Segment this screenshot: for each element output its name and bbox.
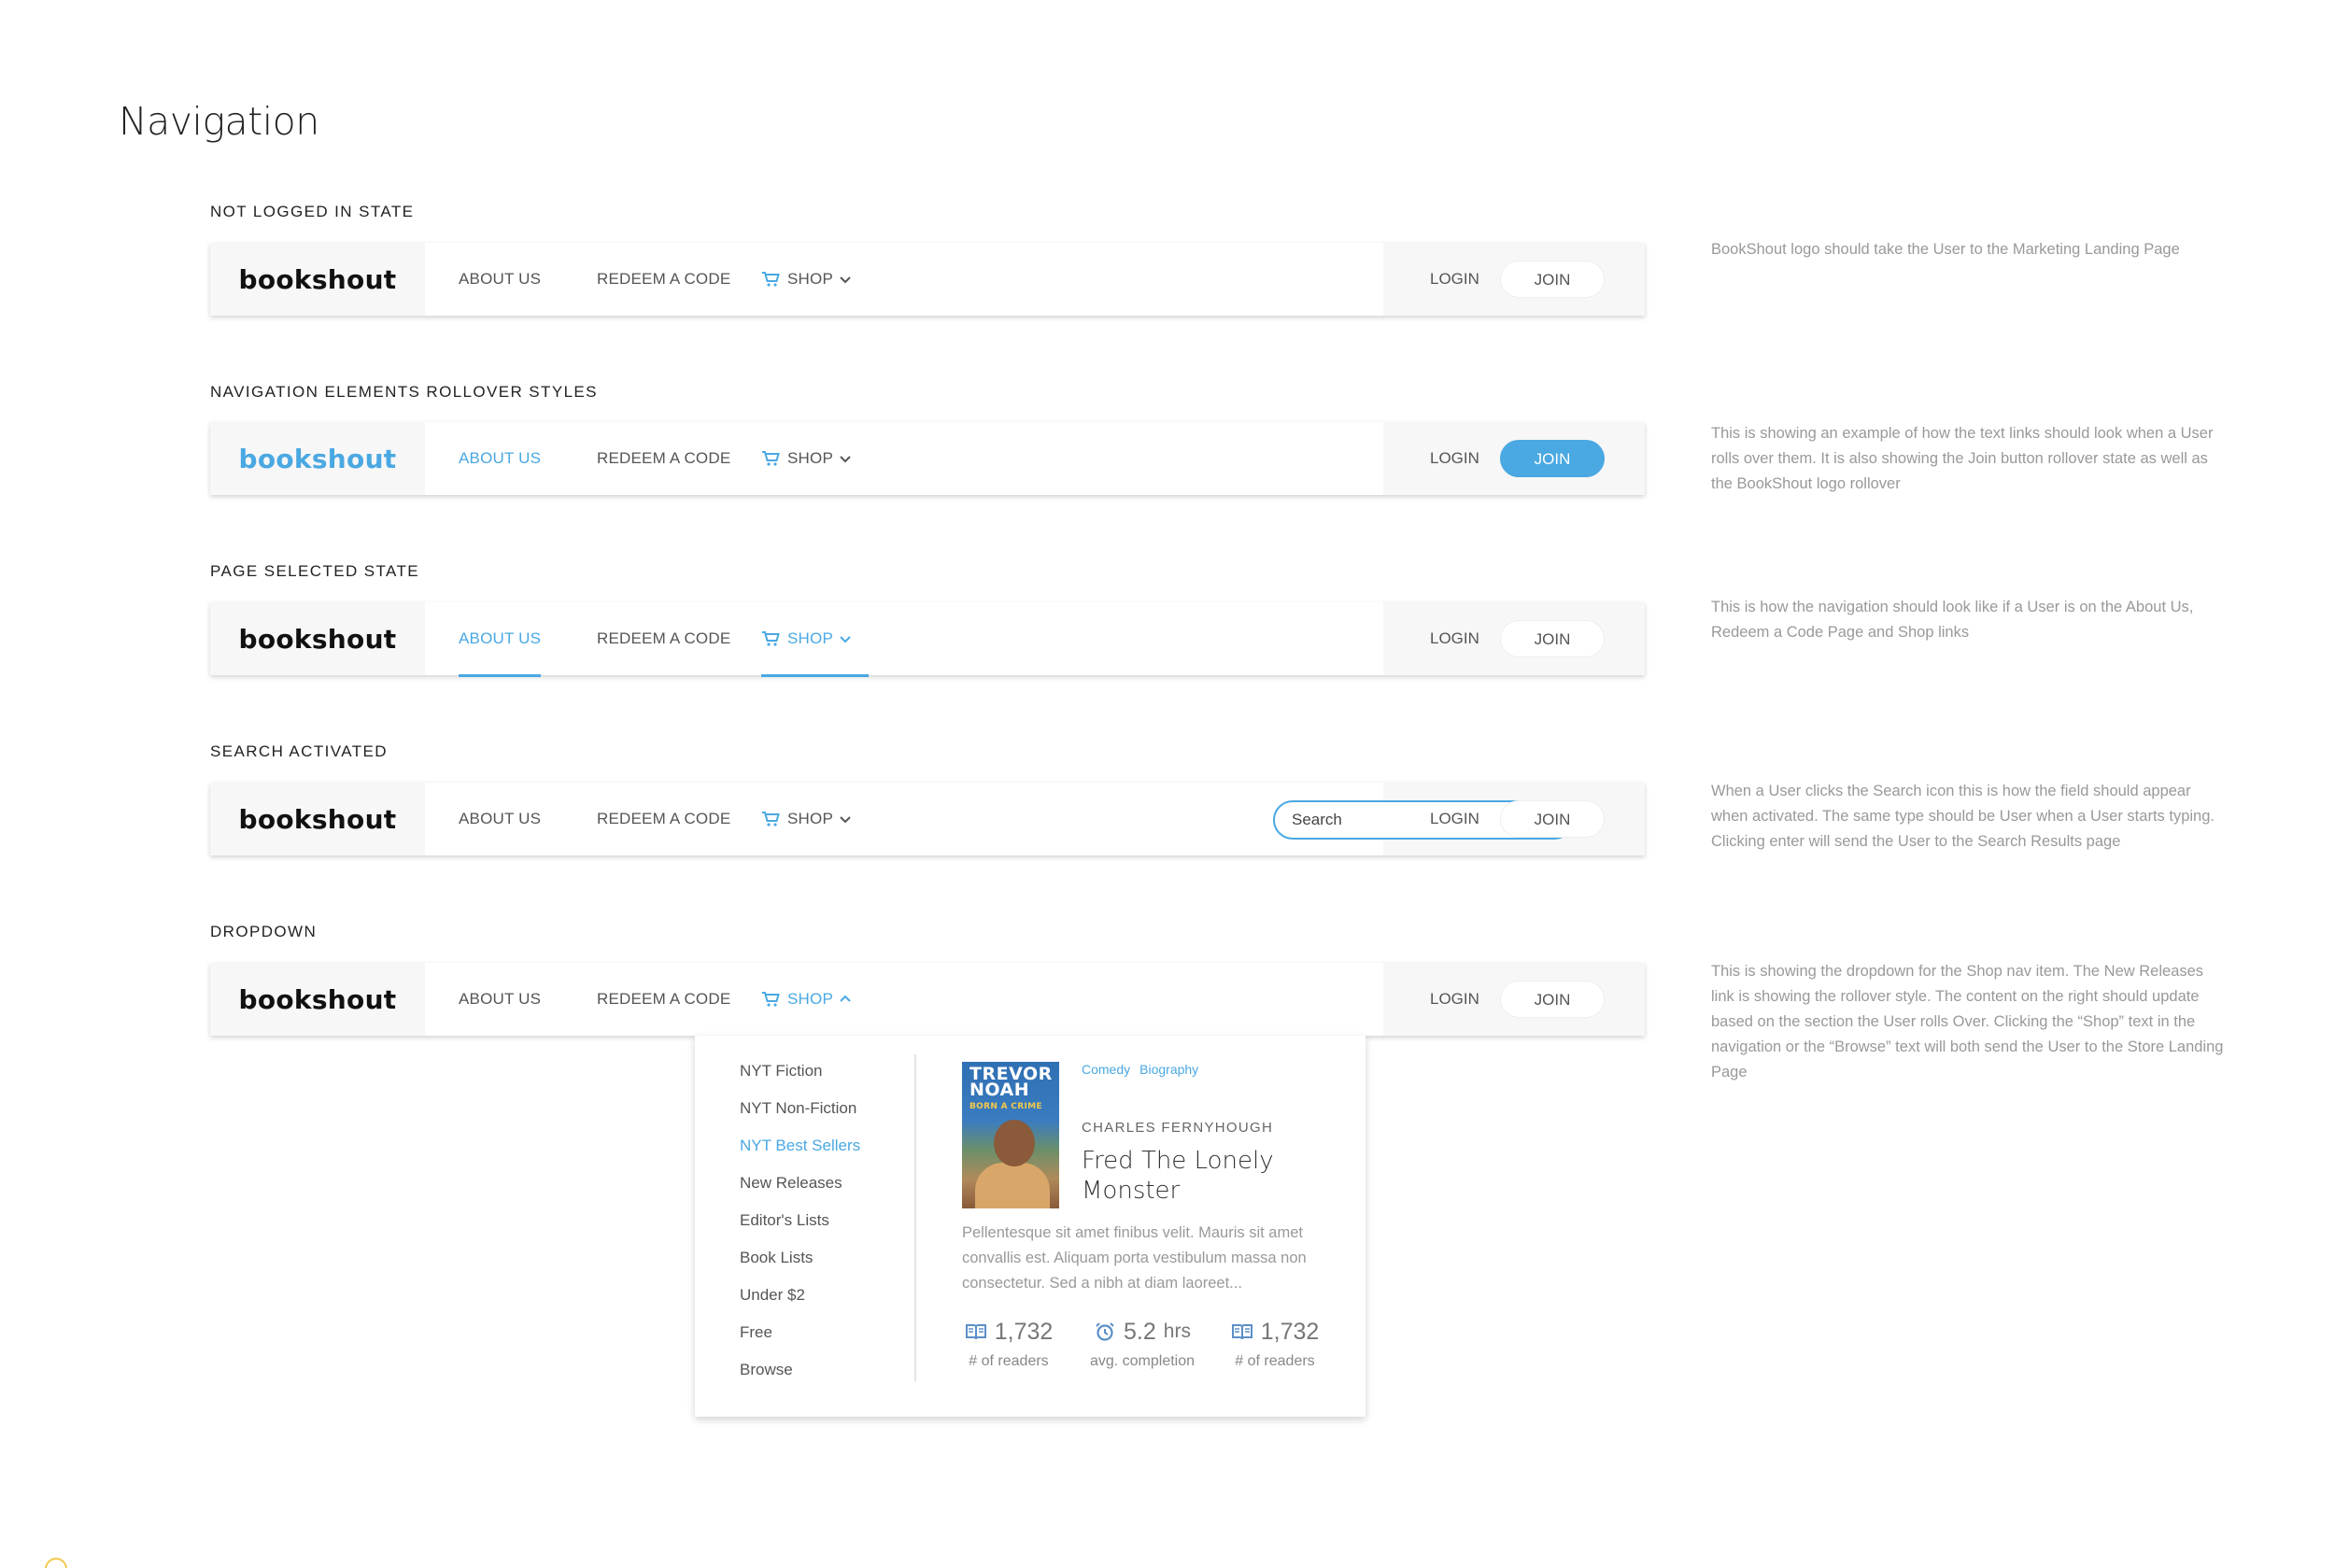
nav-link-shop-label: SHOP	[787, 810, 833, 827]
logo[interactable]: bookshout	[239, 984, 397, 1015]
stat-readers: 1,732 # of readers	[1224, 1316, 1326, 1370]
book-title[interactable]: Fred The Lonely Monster	[1082, 1146, 1334, 1206]
cart-icon	[762, 451, 780, 466]
nav-link-shop[interactable]: SHOP	[761, 783, 833, 855]
book-icon	[965, 1324, 986, 1340]
chevron-down-icon[interactable]	[837, 630, 854, 647]
nav-link-redeem[interactable]: REDEEM A CODE	[597, 602, 730, 675]
dropdown-item-browse[interactable]: Browse	[740, 1355, 860, 1392]
stat-label: # of readers	[1235, 1353, 1315, 1369]
chevron-down-icon[interactable]	[837, 450, 854, 467]
dropdown-item-under-2[interactable]: Under $2	[740, 1280, 860, 1318]
nav-link-shop-label: SHOP	[787, 990, 833, 1008]
corner-marker	[45, 1558, 67, 1568]
section-label-dropdown: DROPDOWN	[210, 923, 318, 940]
navbar-not-logged-in: bookshout ABOUT US REDEEM A CODE SHOP LO…	[210, 243, 1645, 316]
book-cover-title: TREVOR NOAH	[969, 1064, 1053, 1100]
join-button[interactable]: JOIN	[1500, 620, 1605, 657]
cart-icon	[762, 272, 780, 287]
dropdown-item-editors-lists[interactable]: Editor's Lists	[740, 1206, 860, 1243]
dropdown-divider	[914, 1054, 916, 1381]
nav-link-redeem[interactable]: REDEEM A CODE	[597, 243, 730, 316]
join-button[interactable]: JOIN	[1500, 981, 1605, 1018]
section-label-page-selected: PAGE SELECTED STATE	[210, 562, 420, 580]
stat-value: 1,732	[1260, 1318, 1320, 1345]
join-button[interactable]: JOIN	[1500, 800, 1605, 838]
dropdown-item-nyt-best-sellers[interactable]: NYT Best Sellers	[740, 1131, 860, 1168]
note-search-activated: When a User clicks the Search icon this …	[1711, 783, 2215, 850]
stat-label: avg. completion	[1089, 1353, 1196, 1369]
login-link[interactable]: LOGIN	[1430, 422, 1479, 495]
navbar-page-selected: bookshout ABOUT US REDEEM A CODE SHOP LO…	[210, 602, 1645, 677]
nav-link-shop-label: SHOP	[787, 270, 833, 288]
note-page-selected: This is how the navigation should look l…	[1711, 599, 2194, 641]
navbar-rollover: bookshout ABOUT US REDEEM A CODE SHOP LO…	[210, 422, 1645, 495]
stat-label: # of readers	[969, 1353, 1049, 1369]
logo[interactable]: bookshout	[239, 444, 397, 474]
dropdown-item-nyt-non-fiction[interactable]: NYT Non-Fiction	[740, 1094, 860, 1131]
login-link[interactable]: LOGIN	[1430, 243, 1479, 316]
page-title: Navigation	[119, 99, 319, 144]
login-link[interactable]: LOGIN	[1430, 783, 1479, 855]
nav-link-shop-label: SHOP	[787, 629, 833, 647]
nav-link-shop[interactable]: SHOP	[761, 963, 833, 1036]
stat-unit: hrs	[1163, 1321, 1191, 1342]
logo[interactable]: bookshout	[239, 804, 397, 835]
chevron-down-icon[interactable]	[837, 271, 854, 288]
join-button[interactable]: JOIN	[1500, 440, 1605, 477]
login-link[interactable]: LOGIN	[1430, 602, 1479, 675]
dropdown-item-nyt-fiction[interactable]: NYT Fiction	[740, 1056, 860, 1094]
dropdown-category-list: NYT Fiction NYT Non-Fiction NYT Best Sel…	[740, 1056, 860, 1392]
nav-link-redeem[interactable]: REDEEM A CODE	[597, 963, 730, 1036]
navbar-dropdown: bookshout ABOUT US REDEEM A CODE SHOP LO…	[210, 963, 1645, 1036]
shop-dropdown: NYT Fiction NYT Non-Fiction NYT Best Sel…	[695, 1036, 1366, 1417]
stat-readers: 1,732 # of readers	[962, 1316, 1055, 1370]
nav-link-redeem[interactable]: REDEEM A CODE	[597, 783, 730, 855]
alarm-clock-icon	[1096, 1322, 1114, 1341]
dropdown-item-book-lists[interactable]: Book Lists	[740, 1243, 860, 1280]
cart-icon	[762, 630, 780, 646]
nav-link-about[interactable]: ABOUT US	[459, 963, 541, 1036]
nav-link-about[interactable]: ABOUT US	[459, 243, 541, 316]
book-genres: Comedy Biography	[1082, 1062, 1198, 1077]
book-cover-subtitle: BORN A CRIME	[969, 1102, 1042, 1111]
book-cover[interactable]: TREVOR NOAH BORN A CRIME	[962, 1062, 1059, 1208]
nav-link-redeem[interactable]: REDEEM A CODE	[597, 422, 730, 495]
cart-icon	[762, 812, 780, 826]
login-link[interactable]: LOGIN	[1430, 963, 1479, 1036]
logo[interactable]: bookshout	[239, 624, 397, 655]
nav-link-shop-label: SHOP	[787, 449, 833, 467]
logo[interactable]: bookshout	[239, 264, 397, 295]
stat-value: 5.2	[1124, 1318, 1156, 1345]
section-label-not-logged-in: NOT LOGGED IN STATE	[210, 203, 415, 220]
nav-link-about[interactable]: ABOUT US	[459, 422, 541, 495]
book-cover-figure-body	[975, 1163, 1050, 1208]
navbar-search-activated: bookshout ABOUT US REDEEM A CODE SHOP LO…	[210, 783, 1645, 855]
stat-completion: 5.2 hrs avg. completion	[1082, 1316, 1203, 1370]
chevron-up-icon[interactable]	[837, 991, 854, 1008]
nav-link-about[interactable]: ABOUT US	[459, 602, 542, 677]
book-icon	[1231, 1324, 1252, 1340]
note-dropdown: This is showing the dropdown for the Sho…	[1711, 963, 2224, 1081]
book-author: CHARLES FERNYHOUGH	[1082, 1120, 1274, 1136]
nav-link-about[interactable]: ABOUT US	[459, 783, 541, 855]
chevron-down-icon[interactable]	[837, 811, 854, 827]
genre-tag[interactable]: Biography	[1139, 1062, 1198, 1077]
dropdown-item-free[interactable]: Free	[740, 1318, 860, 1355]
note-rollover: This is showing an example of how the te…	[1711, 425, 2214, 492]
note-not-logged-in: BookShout logo should take the User to t…	[1711, 241, 2180, 258]
dropdown-item-new-releases[interactable]: New Releases	[740, 1168, 860, 1206]
section-label-search-activated: SEARCH ACTIVATED	[210, 742, 388, 760]
section-label-rollover: NAVIGATION ELEMENTS ROLLOVER STYLES	[210, 383, 598, 401]
genre-tag[interactable]: Comedy	[1082, 1062, 1130, 1077]
stat-value: 1,732	[994, 1318, 1054, 1345]
join-button[interactable]: JOIN	[1500, 261, 1605, 298]
book-cover-figure-face	[994, 1120, 1035, 1166]
cart-icon	[762, 992, 780, 1007]
nav-link-shop[interactable]: SHOP	[761, 243, 833, 316]
book-description: Pellentesque sit amet finibus velit. Mau…	[962, 1224, 1307, 1292]
nav-link-shop[interactable]: SHOP	[761, 422, 833, 495]
